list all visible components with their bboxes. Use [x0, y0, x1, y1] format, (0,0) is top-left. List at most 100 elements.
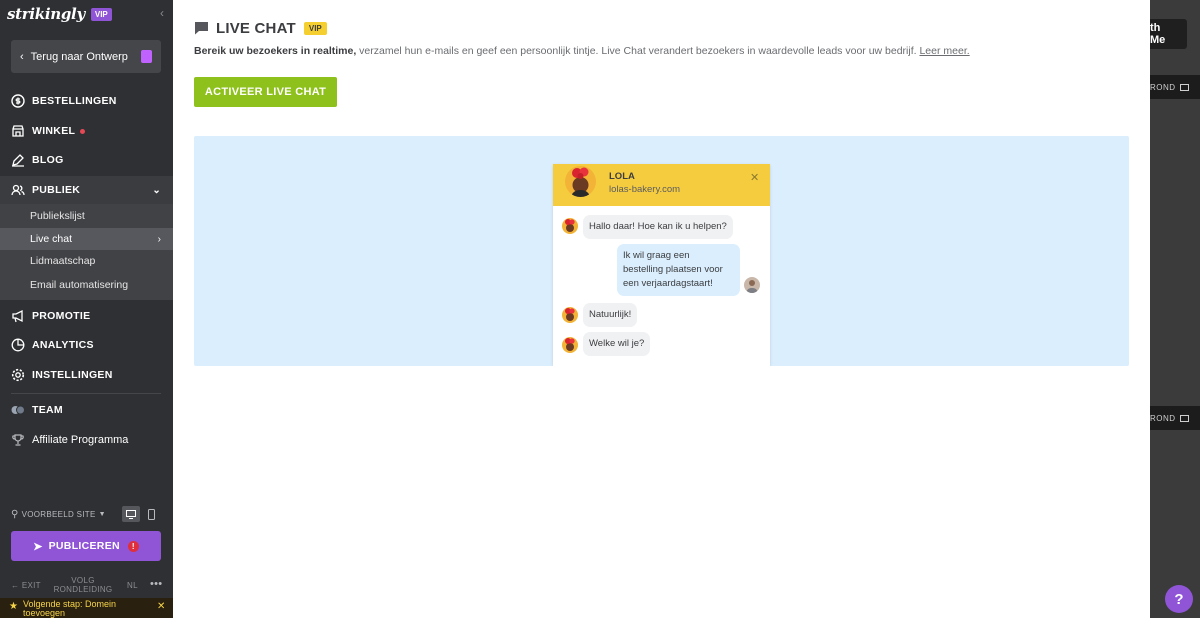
publish-button[interactable]: ➤ PUBLICEREN ! — [11, 531, 161, 561]
users-icon — [11, 183, 25, 197]
vip-badge: VIP — [303, 21, 327, 35]
nav-instellingen[interactable]: INSTELLINGEN — [0, 361, 173, 389]
exit-label: EXIT — [21, 581, 41, 590]
page-icon — [141, 50, 152, 63]
description: Bereik uw bezoekers in realtime, verzame… — [194, 45, 1134, 57]
sub-item-publiekslijst[interactable]: Publiekslijst — [0, 205, 173, 227]
background-tag[interactable]: ROND — [1150, 75, 1200, 99]
caret-down-icon: ▼ — [98, 510, 106, 518]
nav-label: WINKEL — [32, 125, 76, 137]
strikingly-logo[interactable]: strikingly — [7, 5, 85, 23]
publish-label: PUBLICEREN — [48, 540, 120, 552]
more-options-icon[interactable]: ••• — [150, 578, 162, 590]
tour-label-2: RONDLEIDING — [53, 585, 113, 594]
notification-dot — [80, 128, 86, 134]
star-icon: ★ — [9, 601, 18, 612]
chat-bubble-icon — [194, 21, 209, 35]
chevron-down-icon: ⌄ — [152, 184, 161, 196]
image-icon — [1179, 414, 1189, 422]
preview-site-row: ⚲ VOORBEELD SITE ▼ — [11, 506, 161, 522]
image-icon — [1179, 83, 1189, 91]
desktop-icon — [126, 509, 136, 519]
user-mini-avatar — [744, 277, 760, 293]
chat-widget-preview: LOLA lolas-bakery.com ✕ Hallo daar! Hoe … — [553, 164, 770, 366]
activate-live-chat-button[interactable]: ACTIVEER LIVE CHAT — [194, 77, 337, 107]
nav-winkel[interactable]: WINKEL — [0, 117, 173, 145]
alert-icon: ! — [127, 540, 139, 552]
nav-label: ANALYTICS — [32, 339, 94, 351]
sub-item-email-automatisering[interactable]: Email automatisering — [0, 274, 173, 296]
logo-row: strikingly VIP — [7, 4, 112, 24]
megaphone-icon — [11, 309, 25, 323]
team-avatars-icon — [11, 403, 25, 417]
rocket-icon: ➤ — [33, 540, 43, 553]
desktop-view-button[interactable] — [122, 506, 140, 522]
nav-publiek[interactable]: PUBLIEK ⌄ — [0, 176, 173, 204]
title-row: LIVE CHAT VIP — [194, 18, 327, 38]
sub-item-label: Publiekslijst — [30, 210, 85, 222]
sidebar: strikingly VIP ‹ ‹ Terug naar Ontwerp BE… — [0, 0, 173, 618]
tour-label-1: VOLG — [71, 576, 95, 585]
chevron-left-icon: ‹ — [20, 50, 24, 63]
nav-label: PROMOTIE — [32, 310, 91, 322]
chat-message: Welke wil je? — [583, 332, 651, 356]
nav-blog[interactable]: BLOG — [0, 146, 173, 174]
background-tag[interactable]: ROND — [1150, 406, 1200, 430]
store-icon — [11, 124, 25, 138]
chevron-right-icon: › — [157, 233, 161, 245]
lola-mini-avatar — [562, 337, 578, 353]
close-icon[interactable]: ✕ — [157, 602, 165, 612]
sub-item-label: Email automatisering — [30, 279, 129, 291]
exit-button[interactable]: ← EXIT — [11, 581, 41, 590]
message-line: een verjaardagstaart! — [623, 278, 713, 289]
gear-icon — [11, 368, 25, 382]
nav-label: BESTELLINGEN — [32, 95, 117, 107]
language-selector[interactable]: NL — [127, 581, 138, 590]
agent-site: lolas-bakery.com — [609, 184, 681, 195]
background-tag-label: ROND — [1150, 413, 1176, 423]
description-text: verzamel hun e-mails en geef een persoon… — [356, 45, 920, 57]
mobile-icon — [147, 508, 155, 520]
message-line: Ik wil graag een — [623, 250, 690, 261]
nav-promotie[interactable]: PROMOTIE — [0, 302, 173, 330]
help-button[interactable]: ? — [1165, 585, 1193, 613]
publiek-submenu: Publiekslijst Live chat › Lidmaatschap E… — [0, 204, 173, 300]
preview-site-dropdown[interactable]: VOORBEELD SITE — [22, 510, 96, 519]
divider — [11, 393, 161, 394]
lola-avatar — [565, 166, 596, 197]
search-icon: ⚲ — [11, 508, 19, 520]
nav-label: INSTELLINGEN — [32, 369, 113, 381]
lola-mini-avatar — [562, 218, 578, 234]
description-bold: Bereik uw bezoekers in realtime, — [194, 45, 357, 57]
nav-bestellingen[interactable]: BESTELLINGEN — [0, 87, 173, 115]
nav-team[interactable]: TEAM — [0, 396, 173, 424]
sub-item-label: Live chat — [30, 233, 73, 245]
next-step-line-2: toevoegen — [23, 608, 66, 618]
chat-message: Natuurlijk! — [583, 303, 638, 327]
nav-label: TEAM — [32, 404, 63, 416]
chat-message-user: Ik wil graag een bestelling plaatsen voo… — [617, 244, 740, 296]
vip-badge: VIP — [90, 7, 112, 21]
sub-item-lidmaatschap[interactable]: Lidmaatschap — [0, 250, 173, 272]
chat-header: LOLA lolas-bakery.com ✕ — [553, 164, 770, 206]
collapse-sidebar-icon[interactable]: ‹ — [160, 6, 164, 20]
pen-icon — [11, 153, 25, 167]
back-button-label: Terug naar Ontwerp — [30, 50, 128, 63]
tour-button[interactable]: VOLG RONDLEIDING — [53, 576, 113, 594]
nav-analytics[interactable]: ANALYTICS — [0, 331, 173, 359]
chat-message: Hallo daar! Hoe kan ik u helpen? — [583, 215, 733, 239]
mobile-view-button[interactable] — [142, 506, 160, 522]
nav-label: PUBLIEK — [32, 184, 81, 196]
sidebar-footer: ← EXIT VOLG RONDLEIDING NL ••• — [0, 575, 173, 597]
next-step-banner[interactable]: ★ Volgende stap: Domein toevoegen ✕ — [0, 598, 173, 618]
sub-item-live-chat[interactable]: Live chat › — [0, 228, 173, 250]
back-to-design-button[interactable]: ‹ Terug naar Ontwerp — [11, 40, 161, 73]
dollar-icon — [11, 94, 25, 108]
nav-affiliate[interactable]: Affiliate Programma — [0, 426, 173, 454]
learn-more-link[interactable]: Leer meer. — [919, 45, 969, 57]
nav-label: Affiliate Programma — [32, 434, 129, 446]
pie-chart-icon — [11, 338, 25, 352]
message-line: bestelling plaatsen voor — [623, 264, 723, 275]
editor-button[interactable]: th Me — [1150, 19, 1187, 49]
live-chat-panel: LIVE CHAT VIP Bereik uw bezoekers in rea… — [173, 0, 1150, 618]
